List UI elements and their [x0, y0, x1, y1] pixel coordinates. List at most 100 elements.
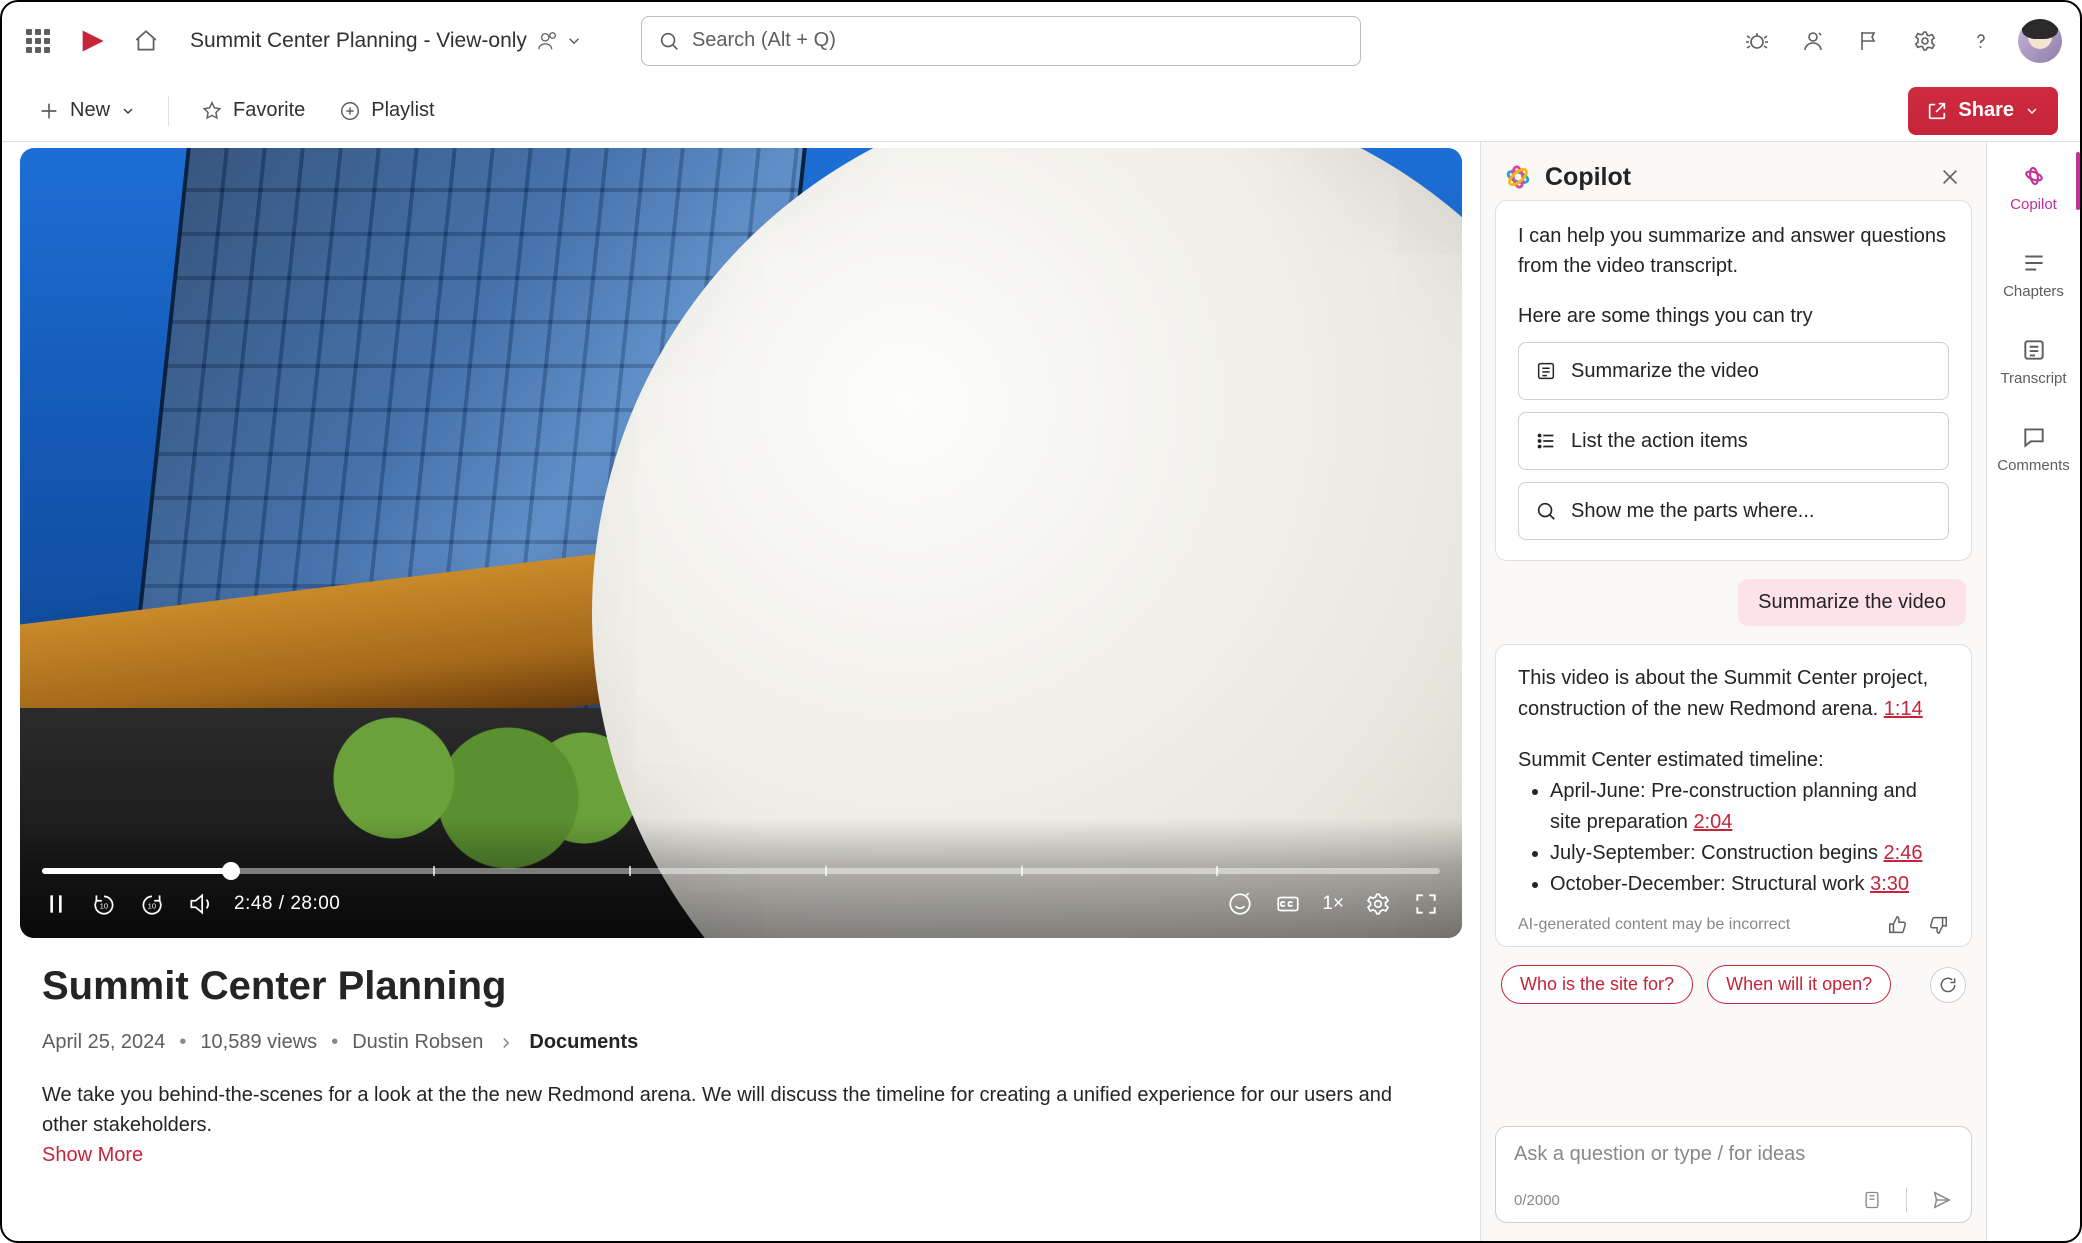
rewind-10-button[interactable]: 10	[90, 890, 118, 918]
rail-tab-transcript[interactable]: Transcript	[1987, 332, 2080, 391]
rail-tab-copilot[interactable]: Copilot	[1987, 158, 2080, 217]
chevron-down-icon	[2024, 103, 2040, 119]
transcript-icon	[2020, 336, 2048, 364]
share-icon	[1926, 100, 1948, 122]
fullscreen-button[interactable]	[1412, 890, 1440, 918]
app-header: Summit Center Planning - View-only	[2, 2, 2080, 80]
divider	[1906, 1188, 1907, 1212]
time-display: 2:48 / 28:00	[234, 893, 340, 915]
volume-button[interactable]	[186, 890, 214, 918]
send-button[interactable]	[1931, 1189, 1953, 1211]
search-input[interactable]	[692, 29, 1344, 52]
copilot-title: Copilot	[1545, 163, 1631, 192]
waffle-icon	[26, 29, 50, 53]
rail-label: Chapters	[2003, 283, 2064, 300]
thumbs-up-button[interactable]	[1887, 914, 1909, 936]
share-button[interactable]: Share	[1908, 87, 2058, 135]
copilot-response-card: This video is about the Summit Center pr…	[1495, 644, 1972, 947]
account-avatar[interactable]	[2018, 19, 2062, 63]
list-icon	[1535, 430, 1557, 452]
char-count: 0/2000	[1514, 1192, 1560, 1209]
followup-chip[interactable]: Who is the site for?	[1501, 965, 1693, 1004]
svg-text:10: 10	[148, 901, 156, 910]
stream-logo-icon	[68, 17, 116, 65]
refresh-suggestions-button[interactable]	[1930, 967, 1966, 1003]
copilot-intro-card: I can help you summarize and answer ques…	[1495, 200, 1972, 561]
command-bar: New Favorite Playlist Share	[2, 80, 2080, 142]
playlist-label: Playlist	[371, 99, 434, 122]
timeline-item: July-September: Construction begins 2:46	[1550, 838, 1949, 869]
suggestion-label: Show me the parts where...	[1571, 500, 1814, 523]
playback-speed-button[interactable]: 1×	[1322, 893, 1344, 915]
breadcrumb-folder[interactable]: Documents	[529, 1031, 638, 1054]
help-button[interactable]	[1956, 16, 2006, 66]
app-launcher-button[interactable]	[14, 17, 62, 65]
copilot-summary-text: This video is about the Summit Center pr…	[1518, 663, 1949, 725]
suggestion-action-items[interactable]: List the action items	[1518, 412, 1949, 470]
chevron-down-icon	[565, 32, 583, 50]
comments-icon	[2020, 423, 2048, 451]
video-player[interactable]: 10 10 2:48 / 28:00 1×	[20, 148, 1462, 938]
document-title[interactable]: Summit Center Planning - View-only	[190, 29, 583, 53]
view-prompts-button[interactable]	[1862, 1190, 1882, 1210]
suggestion-show-parts[interactable]: Show me the parts where...	[1518, 482, 1949, 540]
thumbs-down-button[interactable]	[1927, 914, 1949, 936]
seek-bar[interactable]	[42, 868, 1440, 874]
divider	[168, 96, 169, 126]
star-icon	[201, 100, 223, 122]
video-description: We take you behind-the-scenes for a look…	[42, 1080, 1402, 1140]
timestamp-link[interactable]: 2:46	[1884, 842, 1923, 864]
suggestion-summarize[interactable]: Summarize the video	[1518, 342, 1949, 400]
video-author-link[interactable]: Dustin Robsen	[352, 1031, 483, 1054]
playlist-button[interactable]: Playlist	[325, 91, 448, 130]
user-message: Summarize the video	[1738, 579, 1966, 626]
suggestion-label: Summarize the video	[1571, 360, 1759, 383]
search-icon	[1535, 500, 1557, 522]
video-date: April 25, 2024	[42, 1031, 165, 1054]
plus-icon	[38, 100, 60, 122]
video-title: Summit Center Planning	[42, 964, 1440, 1009]
close-copilot-button[interactable]	[1936, 163, 1964, 191]
rail-tab-chapters[interactable]: Chapters	[1987, 245, 2080, 304]
forward-10-button[interactable]: 10	[138, 890, 166, 918]
player-settings-button[interactable]	[1364, 890, 1392, 918]
rail-label: Copilot	[2010, 196, 2057, 213]
rail-tab-comments[interactable]: Comments	[1987, 419, 2080, 478]
person-button[interactable]	[1788, 16, 1838, 66]
playlist-add-icon	[339, 100, 361, 122]
copilot-icon	[2020, 162, 2048, 190]
copilot-intro-text: I can help you summarize and answer ques…	[1518, 221, 1949, 281]
search-box[interactable]	[641, 16, 1361, 66]
show-more-link[interactable]: Show More	[42, 1144, 143, 1167]
settings-button[interactable]	[1900, 16, 1950, 66]
followup-row: Who is the site for? When will it open?	[1495, 965, 1972, 1004]
favorite-button[interactable]: Favorite	[187, 91, 319, 130]
rail-label: Transcript	[2000, 370, 2066, 387]
document-title-text: Summit Center Planning - View-only	[190, 29, 527, 53]
copilot-try-label: Here are some things you can try	[1518, 305, 1949, 328]
chapter-markers	[42, 868, 1440, 874]
captions-button[interactable]	[1274, 890, 1302, 918]
timeline-item: April-June: Pre-construction planning an…	[1550, 776, 1949, 838]
timestamp-link[interactable]: 3:30	[1870, 873, 1909, 895]
reactions-button[interactable]	[1226, 890, 1254, 918]
timeline-heading: Summit Center estimated timeline:	[1518, 749, 1949, 772]
presence-icon	[537, 30, 559, 52]
home-button[interactable]	[122, 17, 170, 65]
chapters-icon	[2020, 249, 2048, 277]
copilot-input-box[interactable]: 0/2000	[1495, 1126, 1972, 1223]
new-button[interactable]: New	[24, 91, 150, 130]
pause-button[interactable]	[42, 890, 70, 918]
timestamp-link[interactable]: 1:14	[1884, 698, 1923, 720]
flag-button[interactable]	[1844, 16, 1894, 66]
favorite-label: Favorite	[233, 99, 305, 122]
timestamp-link[interactable]: 2:04	[1693, 811, 1732, 833]
followup-chip[interactable]: When will it open?	[1707, 965, 1891, 1004]
new-label: New	[70, 99, 110, 122]
right-rail: Copilot Chapters Transcript Comments	[1986, 142, 2080, 1241]
copilot-logo-icon	[1503, 162, 1533, 192]
copilot-input[interactable]	[1514, 1143, 1953, 1166]
svg-text:10: 10	[100, 901, 108, 910]
rail-label: Comments	[1997, 457, 2070, 474]
bug-button[interactable]	[1732, 16, 1782, 66]
